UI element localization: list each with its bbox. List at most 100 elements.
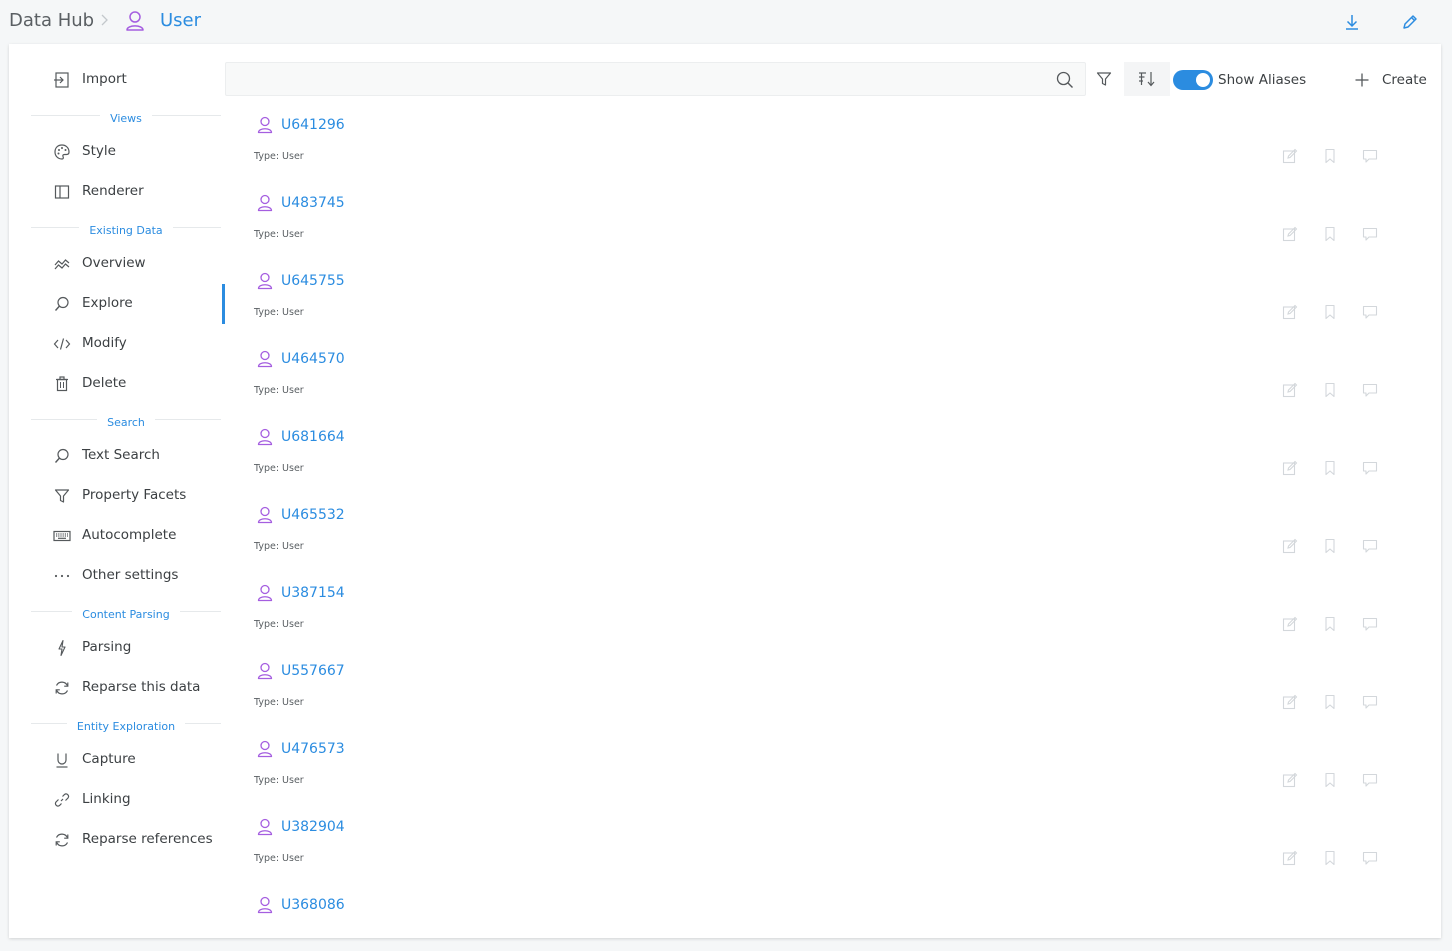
sidebar-item-label: Other settings [82,567,179,583]
user-icon [257,116,273,134]
search-box [225,62,1086,97]
edit-icon[interactable] [1282,460,1298,476]
entity-type-label: Type: User [254,307,304,318]
sidebar-item-import[interactable]: Import [9,60,221,100]
section-title: Content Parsing [72,608,180,621]
sidebar-item-label: Linking [82,791,131,807]
sort-button[interactable] [1124,62,1170,96]
search-icon[interactable] [1056,71,1074,89]
link-icon [54,793,70,807]
bookmark-icon[interactable] [1322,616,1338,632]
show-aliases-toggle[interactable] [1173,70,1213,90]
sidebar-item-label: Import [82,71,127,87]
user-icon [257,194,273,212]
sidebar-item-delete[interactable]: Delete [9,364,221,404]
bookmark-icon[interactable] [1322,538,1338,554]
entity-type-label: Type: User [254,385,304,396]
bookmark-icon[interactable] [1322,226,1338,242]
sidebar-item-label: Style [82,143,116,159]
sidebar-item-property-facets[interactable]: Property Facets [9,476,221,516]
sidebar-item-label: Reparse references [82,831,213,847]
bookmark-icon[interactable] [1322,382,1338,398]
user-icon [257,662,273,680]
user-icon [257,740,273,758]
entity-list: U641296 Type: User U483745 Type: User U64575… [225,106,1441,938]
entity-name-link[interactable]: U476573 [281,741,345,757]
comment-icon[interactable] [1362,850,1378,866]
bookmark-icon[interactable] [1322,694,1338,710]
entity-name-link[interactable]: U681664 [281,429,345,445]
edit-icon[interactable] [1282,382,1298,398]
sidebar-item-capture[interactable]: Capture [9,740,221,780]
bookmark-icon[interactable] [1322,148,1338,164]
sidebar-item-reparse-data[interactable]: Reparse this data [9,668,221,708]
entity-name-link[interactable]: U465532 [281,507,345,523]
edit-icon[interactable] [1282,226,1298,242]
entity-name-link[interactable]: U645755 [281,273,345,289]
search-input[interactable] [234,63,1048,97]
code-icon [53,338,71,350]
filter-icon[interactable] [1095,70,1113,88]
create-label: Create [1382,72,1427,88]
sidebar-item-linking[interactable]: Linking [9,780,221,820]
comment-icon[interactable] [1362,616,1378,632]
sidebar-item-style[interactable]: Style [9,132,221,172]
bookmark-icon[interactable] [1322,304,1338,320]
section-existing-data: Existing Data [31,219,221,237]
sidebar-item-explore[interactable]: Explore [9,284,225,324]
edit-icon[interactable] [1282,694,1298,710]
entity-name-link[interactable]: U464570 [281,351,345,367]
comment-icon[interactable] [1362,694,1378,710]
underline-icon [56,753,68,768]
comment-icon[interactable] [1362,382,1378,398]
sidebar-item-parsing[interactable]: Parsing [9,628,221,668]
comment-icon[interactable] [1362,772,1378,788]
pencil-icon[interactable] [1400,12,1420,32]
comment-icon[interactable] [1362,538,1378,554]
list-item: U387154 Type: User [225,574,1441,652]
entity-type-label: Type: User [254,619,304,630]
entity-name-link[interactable]: U382904 [281,819,345,835]
entity-name-link[interactable]: U557667 [281,663,345,679]
entity-name-link[interactable]: U368086 [281,897,345,913]
user-icon [257,896,273,914]
bookmark-icon[interactable] [1322,850,1338,866]
comment-icon[interactable] [1362,148,1378,164]
comment-icon[interactable] [1362,304,1378,320]
bookmark-icon[interactable] [1322,772,1338,788]
sidebar-item-modify[interactable]: Modify [9,324,221,364]
bookmark-icon[interactable] [1322,460,1338,476]
sidebar-item-label: Capture [82,751,136,767]
sidebar-item-overview[interactable]: Overview [9,244,221,284]
edit-icon[interactable] [1282,772,1298,788]
user-icon [257,350,273,368]
entity-name-link[interactable]: U387154 [281,585,345,601]
comment-icon[interactable] [1362,460,1378,476]
import-icon [54,72,69,88]
edit-icon[interactable] [1282,304,1298,320]
comment-icon[interactable] [1362,226,1378,242]
bolt-icon [58,639,66,657]
edit-icon[interactable] [1282,538,1298,554]
sidebar-item-renderer[interactable]: Renderer [9,172,221,212]
sidebar-item-autocomplete[interactable]: Autocomplete [9,516,221,556]
edit-icon[interactable] [1282,616,1298,632]
entity-type-label: Type: User [254,463,304,474]
plus-icon [1355,73,1369,87]
sidebar-item-label: Delete [82,375,127,391]
filter-icon [54,489,70,503]
section-search: Search [31,411,221,429]
entity-name-link[interactable]: U483745 [281,195,345,211]
sidebar-item-other-settings[interactable]: Other settings [9,556,221,596]
sidebar-item-label: Modify [82,335,127,351]
entity-name-link[interactable]: U641296 [281,117,345,133]
entity-type-label: Type: User [254,775,304,786]
breadcrumb-root[interactable]: Data Hub [9,10,94,31]
sidebar-item-label: Renderer [82,183,144,199]
sidebar-item-reparse-references[interactable]: Reparse references [9,820,221,860]
sidebar-item-text-search[interactable]: Text Search [9,436,221,476]
edit-icon[interactable] [1282,850,1298,866]
download-icon[interactable] [1342,12,1362,32]
show-aliases-label: Show Aliases [1218,72,1307,88]
edit-icon[interactable] [1282,148,1298,164]
